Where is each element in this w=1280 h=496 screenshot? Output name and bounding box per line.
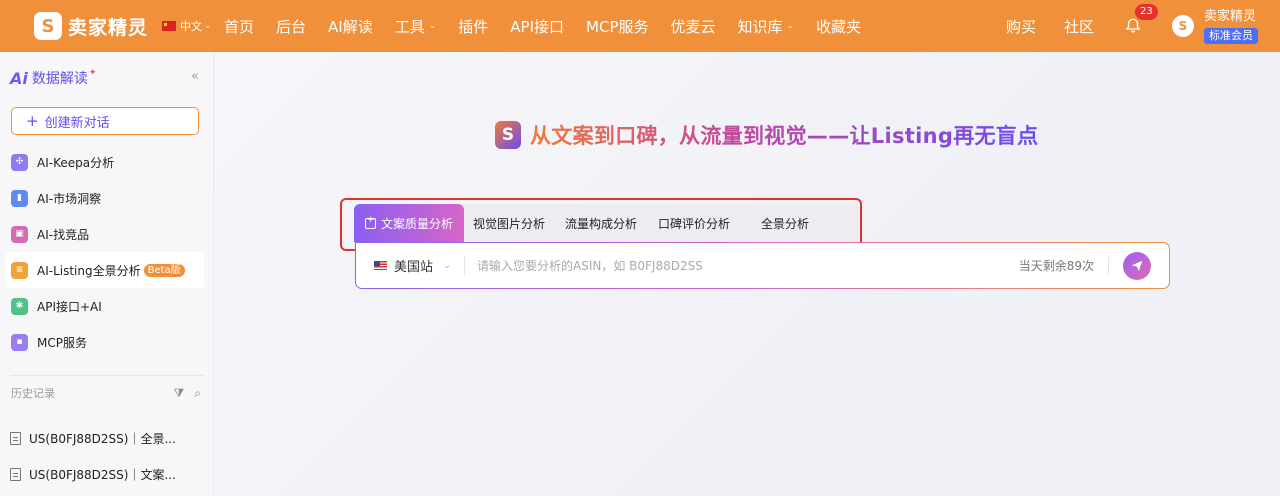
sidebar-item-listing[interactable]: ≡ AI-Listing全景分析 Beta版 <box>6 252 204 288</box>
main-nav: 首页 后台 AI解读 工具 ⌄ 插件 API接口 MCP服务 优麦云 知识库 ⌄ 收… <box>224 16 883 37</box>
header-right: 购买 社区 23 S 卖家精灵 标准会员 <box>1006 0 1280 52</box>
nav-tools[interactable]: 工具 ⌄ <box>395 16 437 37</box>
nav-plugins[interactable]: 插件 <box>458 16 488 37</box>
logo-mark-icon: S <box>34 12 62 40</box>
sidebar-header: Ai 数据解读 ✦ « <box>0 52 213 104</box>
sidebar-item-keepa[interactable]: ✣ AI-Keepa分析 <box>6 144 204 180</box>
china-flag-icon <box>162 21 176 31</box>
bar-chart-icon: ▮ <box>11 189 28 207</box>
nav-favorites[interactable]: 收藏夹 <box>816 16 861 37</box>
chevron-down-icon: ⌄ <box>204 21 212 31</box>
send-icon <box>1131 260 1143 271</box>
notification-count-badge: 23 <box>1135 4 1158 20</box>
keepa-icon: ✣ <box>11 153 28 171</box>
brand-s-icon: S <box>495 121 521 149</box>
plus-icon: + <box>26 112 39 130</box>
avatar: S <box>1172 15 1194 37</box>
notification-bell[interactable]: 23 <box>1124 4 1158 35</box>
us-flag-icon <box>374 261 387 270</box>
sidebar-item-label: AI-找竞品 <box>37 227 90 242</box>
beta-badge: Beta版 <box>143 263 185 277</box>
top-bar: S 卖家精灵 中文 ⌄ 首页 后台 AI解读 工具 ⌄ 插件 API接口 MCP服… <box>0 0 1280 52</box>
history-header: 历史记录 ⧩ ⌕ <box>11 385 201 401</box>
history-list: US(B0FJ88D2SS)｜全景... US(B0FJ88D2SS)｜文案..… <box>10 420 204 492</box>
sidebar-item-label: AI-Listing全景分析 <box>37 263 141 278</box>
new-chat-button[interactable]: + 创建新对话 <box>11 107 199 135</box>
nav-ai-insight[interactable]: AI解读 <box>328 16 373 37</box>
sidebar-item-market[interactable]: ▮ AI-市场洞察 <box>6 180 204 216</box>
nav-knowledge-label: 知识库 <box>737 17 783 36</box>
image-icon: ▣ <box>11 225 28 243</box>
main-content: S 从文案到口碑，从流量到视觉——让Listing再无盲点 文案质量分析 视觉图… <box>215 52 1280 496</box>
document-icon <box>10 431 21 445</box>
nav-mcp[interactable]: MCP服务 <box>586 16 648 37</box>
nav-backend[interactable]: 后台 <box>276 16 306 37</box>
sidebar-item-label: AI-市场洞察 <box>37 191 102 206</box>
sidebar-item-label: AI-Keepa分析 <box>37 155 115 170</box>
site-label: 美国站 <box>394 260 434 275</box>
divider <box>464 256 465 275</box>
nav-youmaiyun[interactable]: 优麦云 <box>671 16 716 37</box>
site-selector[interactable]: 美国站 ⌄ <box>374 256 464 275</box>
search-icon[interactable]: ⌕ <box>194 386 201 401</box>
chevron-down-icon: ⌄ <box>786 21 795 31</box>
headline-text: 从文案到口碑，从流量到视觉——让Listing再无盲点 <box>530 120 1038 150</box>
nav-knowledge[interactable]: 知识库 ⌄ <box>738 16 795 37</box>
brand-name: 卖家精灵 <box>68 16 149 39</box>
sidebar-item-label: MCP服务 <box>37 335 87 350</box>
divider <box>1108 256 1109 275</box>
asin-search-bar: 美国站 ⌄ 当天剩余89次 <box>355 242 1170 289</box>
brand-logo[interactable]: S 卖家精灵 <box>34 12 152 40</box>
nav-tools-label: 工具 <box>394 17 425 36</box>
nav-api[interactable]: API接口 <box>510 16 564 37</box>
sidebar-item-label: API接口+AI <box>37 299 102 314</box>
mcp-icon: ▪ <box>11 333 28 351</box>
ai-logo: Ai <box>10 68 28 88</box>
document-icon <box>10 467 21 481</box>
language-selector[interactable]: 中文 ⌄ <box>162 18 222 34</box>
language-label: 中文 <box>180 20 202 33</box>
chevron-down-icon: ⌄ <box>428 21 437 31</box>
bell-icon <box>1125 18 1141 33</box>
sidebar-menu: ✣ AI-Keepa分析 ▮ AI-市场洞察 ▣ AI-找竞品 ≡ AI-Lis… <box>6 144 204 360</box>
user-menu[interactable]: S 卖家精灵 标准会员 <box>1172 9 1258 44</box>
nav-buy[interactable]: 购买 <box>1006 16 1036 37</box>
history-item-label: US(B0FJ88D2SS)｜文案... <box>29 467 176 482</box>
sidebar-item-competitor[interactable]: ▣ AI-找竞品 <box>6 216 204 252</box>
history-title: 历史记录 <box>11 387 55 400</box>
sparkle-icon: ✦ <box>88 68 97 78</box>
history-item-label: US(B0FJ88D2SS)｜全景... <box>29 431 176 446</box>
nav-home[interactable]: 首页 <box>224 16 254 37</box>
sidebar-item-api[interactable]: ✱ API接口+AI <box>6 288 204 324</box>
user-name: 卖家精灵 <box>1204 8 1257 24</box>
chevron-down-icon: ⌄ <box>443 260 452 271</box>
history-item[interactable]: US(B0FJ88D2SS)｜全景... <box>10 420 204 456</box>
new-chat-label: 创建新对话 <box>44 115 110 131</box>
sidebar-item-mcp[interactable]: ▪ MCP服务 <box>6 324 204 360</box>
headline: S 从文案到口碑，从流量到视觉——让Listing再无盲点 <box>495 120 1038 150</box>
filter-icon[interactable]: ⧩ <box>174 386 185 401</box>
sidebar: Ai 数据解读 ✦ « + 创建新对话 ✣ AI-Keepa分析 ▮ AI-市场… <box>0 52 214 496</box>
collapse-sidebar-icon[interactable]: « <box>191 69 199 84</box>
asin-input[interactable] <box>477 258 997 273</box>
send-button[interactable] <box>1123 251 1151 280</box>
nav-community[interactable]: 社区 <box>1064 16 1094 37</box>
sidebar-title: 数据解读 <box>31 71 88 87</box>
list-icon: ≡ <box>11 261 28 279</box>
membership-badge: 标准会员 <box>1204 27 1258 44</box>
divider <box>10 375 204 376</box>
api-icon: ✱ <box>11 297 28 315</box>
remaining-count: 当天剩余89次 <box>1018 259 1094 273</box>
history-item[interactable]: US(B0FJ88D2SS)｜文案... <box>10 456 204 492</box>
